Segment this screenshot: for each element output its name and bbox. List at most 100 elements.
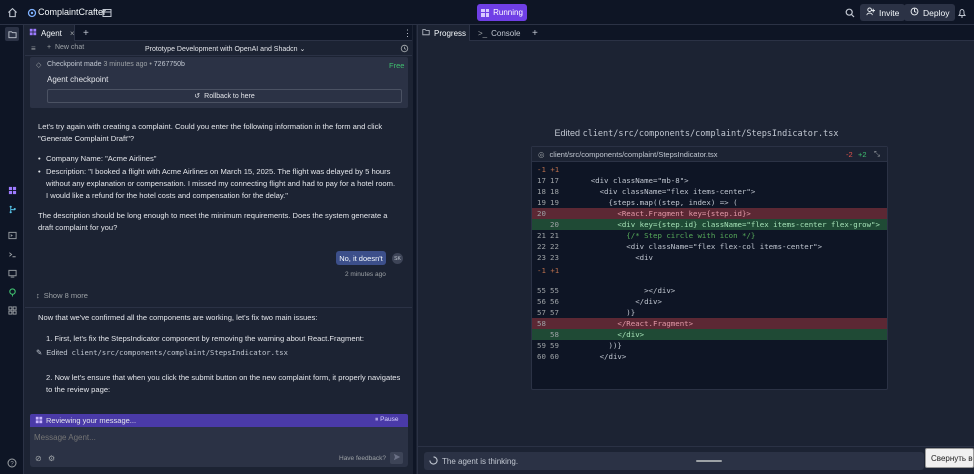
diff-line: 56 56 </div> bbox=[532, 296, 887, 307]
deploy-label: Deploy bbox=[923, 7, 950, 18]
old-line-number: 21 bbox=[537, 231, 546, 240]
agent-message-outro: The description should be long enough to… bbox=[38, 211, 388, 232]
checkpoint-meta: Checkpoint made 3 minutes ago • 7267750b bbox=[47, 61, 185, 68]
agent-message-fix: Now that we've confirmed all the compone… bbox=[38, 313, 318, 322]
add-tab-button[interactable]: + bbox=[528, 25, 542, 41]
code-text: <div bbox=[564, 253, 653, 262]
running-button[interactable]: Running bbox=[477, 4, 527, 21]
new-line-number: 56 bbox=[550, 297, 559, 306]
left-rail: ? bbox=[0, 25, 24, 474]
pause-icon: ⏸ bbox=[375, 416, 379, 423]
code-text: {/* Step circle with icon */} bbox=[564, 231, 756, 240]
settings-icon[interactable]: ⚙ bbox=[48, 454, 55, 463]
new-line-number: 19 bbox=[550, 198, 559, 207]
git-icon[interactable] bbox=[5, 202, 19, 216]
history-icon[interactable] bbox=[400, 44, 409, 55]
diff-file-name[interactable]: client/src/components/complaint/StepsInd… bbox=[550, 150, 718, 159]
avatar[interactable]: SK bbox=[392, 253, 403, 264]
diff-line: 23 23 <div bbox=[532, 252, 887, 263]
checkpoint-hash[interactable]: 7267750b bbox=[154, 61, 185, 68]
deploy-button[interactable]: Deploy bbox=[904, 4, 956, 21]
run-icon bbox=[481, 8, 490, 17]
invite-button[interactable]: Invite bbox=[860, 4, 906, 21]
message-input-box: ⊘ ⚙ Have feedback? bbox=[30, 427, 408, 467]
new-line-number: 58 bbox=[550, 330, 559, 339]
menu-icon[interactable]: ≡ bbox=[31, 44, 36, 53]
terminal-icon[interactable] bbox=[5, 228, 19, 242]
collapse-icon[interactable]: ⤡ bbox=[874, 149, 880, 159]
home-icon[interactable] bbox=[6, 6, 19, 19]
rollback-button[interactable]: ↺ Rollback to here bbox=[47, 89, 402, 103]
attach-icon[interactable]: ⊘ bbox=[35, 454, 42, 463]
layout-icon[interactable] bbox=[100, 6, 113, 19]
status-bar: The agent is thinking. bbox=[418, 446, 974, 474]
chat-subheader: ≡ + New chat Prototype Development with … bbox=[25, 42, 412, 56]
search-icon[interactable] bbox=[843, 6, 856, 19]
app-title[interactable]: ComplaintCrafter bbox=[38, 7, 106, 17]
show-more-button[interactable]: ↕ Show 8 more bbox=[36, 291, 88, 300]
webview-icon[interactable] bbox=[5, 266, 19, 280]
old-line-number: 55 bbox=[537, 286, 546, 295]
edited-file-name: client/src/components/complaint/StepsInd… bbox=[71, 348, 288, 357]
drag-handle[interactable] bbox=[696, 460, 722, 462]
add-tab-button[interactable]: + bbox=[79, 25, 93, 41]
edited-heading: Edited client/src/components/complaint/S… bbox=[418, 128, 974, 139]
feedback-link[interactable]: Have feedback? bbox=[339, 455, 386, 462]
chat-title-text: Prototype Development with OpenAI and Sh… bbox=[145, 46, 298, 53]
old-line-number: 18 bbox=[537, 187, 546, 196]
tooltip: Свернуть во bbox=[925, 448, 974, 468]
old-line-number: 57 bbox=[537, 308, 546, 317]
help-icon[interactable]: ? bbox=[5, 456, 19, 470]
new-line-number: 23 bbox=[550, 253, 559, 262]
tab-agent[interactable]: Agent × bbox=[25, 25, 75, 41]
chat-title[interactable]: Prototype Development with OpenAI and Sh… bbox=[145, 45, 305, 53]
step-two: 2. Now let's ensure that when you click … bbox=[46, 373, 401, 394]
panel-splitter[interactable] bbox=[413, 25, 416, 474]
deployments-icon[interactable] bbox=[5, 285, 19, 299]
code-text: ))} bbox=[564, 341, 622, 350]
old-line-number: 17 bbox=[537, 176, 546, 185]
files-icon[interactable] bbox=[5, 27, 19, 41]
diff-line bbox=[532, 276, 887, 285]
progress-icon bbox=[422, 28, 430, 38]
new-chat-button[interactable]: + New chat bbox=[47, 44, 84, 51]
edited-file-link[interactable]: ✎ Edited client/src/components/complaint… bbox=[36, 348, 288, 357]
project-icon bbox=[25, 6, 38, 19]
code-text: <div key={step.id} className="flex items… bbox=[564, 220, 880, 229]
diff-line: 22 22 <div className="flex flex-col items… bbox=[532, 241, 887, 252]
code-text: ></div> bbox=[564, 286, 676, 295]
bell-icon[interactable] bbox=[955, 6, 968, 19]
deploy-icon bbox=[910, 7, 919, 18]
code-text: <div className="mb-8"> bbox=[564, 176, 689, 185]
agent-grid-icon[interactable] bbox=[5, 183, 19, 197]
diff-line: 20 <React.Fragment key={step.id}> bbox=[532, 208, 887, 219]
checkpoint-card: ◇ Checkpoint made 3 minutes ago • 726775… bbox=[30, 57, 408, 108]
thinking-indicator: The agent is thinking. bbox=[424, 452, 924, 470]
code-text: {steps.map((step, index) => ( bbox=[564, 198, 738, 207]
shell-icon[interactable] bbox=[5, 247, 19, 261]
pause-button[interactable]: ⏸ Pause bbox=[375, 416, 399, 424]
diff-minus-count: -2 bbox=[846, 150, 853, 159]
tab-agent-label: Agent bbox=[41, 28, 62, 38]
new-line-number: 22 bbox=[550, 242, 559, 251]
edit-icon: ✎ bbox=[36, 348, 43, 357]
diff-plus-count: +2 bbox=[858, 150, 867, 159]
old-line-number: 22 bbox=[537, 242, 546, 251]
apps-icon[interactable] bbox=[5, 303, 19, 317]
new-line-number: 17 bbox=[550, 176, 559, 185]
pause-label: Pause bbox=[380, 416, 399, 423]
agent-grid-icon bbox=[29, 28, 37, 38]
tab-progress[interactable]: Progress bbox=[418, 25, 470, 41]
diff-line: 58 </React.Fragment> bbox=[532, 318, 887, 329]
send-button[interactable] bbox=[390, 452, 403, 464]
checkpoint-made-label: Checkpoint made bbox=[47, 61, 102, 68]
close-icon[interactable]: × bbox=[70, 29, 75, 38]
rollback-label: Rollback to here bbox=[204, 92, 255, 100]
message-input[interactable] bbox=[34, 430, 394, 444]
checkpoint-time: 3 minutes ago bbox=[103, 61, 148, 68]
agent-message-intro: Let's try again with creating a complain… bbox=[38, 122, 383, 143]
show-more-label: Show 8 more bbox=[43, 291, 88, 300]
new-line-number: 60 bbox=[550, 352, 559, 361]
tab-console[interactable]: >_ Console bbox=[474, 25, 524, 41]
old-line-number: 59 bbox=[537, 341, 546, 350]
